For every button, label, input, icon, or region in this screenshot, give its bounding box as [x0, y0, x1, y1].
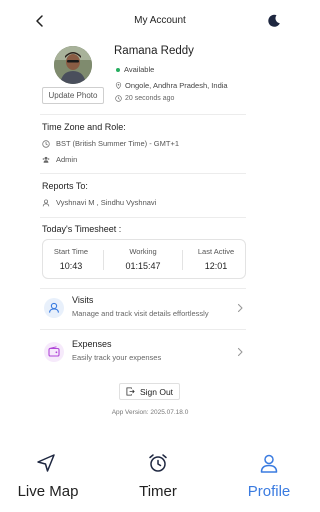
app-version: App Version: 2025.07.18.0	[111, 409, 189, 416]
clock-icon	[42, 139, 50, 148]
header: My Account	[0, 0, 320, 42]
clock-icon	[115, 95, 122, 102]
divider	[40, 173, 246, 174]
my-account-screen: My Account Update Photo Ramana Reddy Ava…	[0, 0, 320, 512]
status-text: Available	[124, 65, 155, 74]
timesheet-value: 12:01	[204, 261, 228, 271]
timesheet-label: Working	[129, 247, 157, 256]
divider	[40, 288, 246, 289]
timesheet-start: Start Time 10:43	[49, 247, 93, 271]
alarm-clock-icon	[149, 454, 167, 472]
menu-item-subtitle: Manage and track visit details effortles…	[72, 309, 209, 318]
divider	[40, 114, 246, 115]
wallet-icon	[48, 346, 60, 357]
timezone-section-title: Time Zone and Role:	[42, 122, 126, 132]
divider	[182, 250, 183, 270]
visits-menu-item[interactable]: Visits Manage and track visit details ef…	[42, 292, 248, 324]
timezone-row: BST (British Summer Time) - GMT+1	[42, 139, 179, 148]
moon-icon[interactable]	[267, 14, 281, 28]
sign-out-button[interactable]: Sign Out	[119, 383, 180, 400]
update-photo-button[interactable]: Update Photo	[42, 87, 104, 104]
reports-section-title: Reports To:	[42, 181, 88, 191]
avatar-photo	[54, 46, 92, 84]
reports-value: Vyshnavi M , Sindhu Vyshnavi	[56, 198, 157, 207]
status-badge: Available	[116, 65, 154, 74]
expenses-icon-wrap	[44, 342, 64, 362]
reports-row: Vyshnavi M , Sindhu Vyshnavi	[42, 198, 156, 207]
timesheet-card: Start Time 10:43 Working 01:15:47 Last A…	[42, 239, 246, 279]
timesheet-value: 10:43	[59, 261, 83, 271]
timesheet-last-active: Last Active 12:01	[191, 247, 241, 271]
menu-item-title: Expenses	[72, 339, 112, 349]
timesheet-label: Start Time	[53, 247, 89, 256]
menu-item-subtitle: Easily track your expenses	[72, 353, 162, 362]
nav-item-live-map[interactable]: Live Map	[0, 448, 98, 512]
nav-item-timer[interactable]: Timer	[108, 448, 208, 512]
timesheet-working: Working 01:15:47	[115, 247, 171, 271]
nav-label: Live Map	[17, 483, 79, 500]
divider	[40, 217, 246, 218]
last-seen: 20 seconds ago	[115, 95, 174, 102]
user-icon	[49, 302, 59, 313]
location: Ongole, Andhra Pradesh, India	[115, 81, 228, 90]
divider	[103, 250, 104, 270]
users-icon	[42, 156, 50, 163]
location-text: Ongole, Andhra Pradesh, India	[125, 81, 228, 90]
navigation-icon	[37, 454, 55, 472]
sign-out-label: Sign Out	[139, 386, 174, 397]
menu-item-title: Visits	[72, 295, 94, 305]
avatar	[54, 46, 92, 84]
role-value: Admin	[56, 155, 78, 164]
chevron-right-icon	[237, 347, 243, 357]
expenses-menu-item[interactable]: Expenses Easily track your expenses	[42, 336, 248, 368]
user-name: Ramana Reddy	[114, 45, 194, 57]
nav-label: Profile	[247, 483, 291, 500]
timesheet-value: 01:15:47	[125, 261, 161, 271]
nav-label: Timer	[139, 483, 177, 500]
divider	[40, 329, 246, 330]
status-dot	[116, 67, 120, 72]
logout-icon	[126, 387, 135, 396]
bottom-nav: Live Map Timer Profile	[0, 448, 320, 512]
role-row: Admin	[42, 155, 77, 164]
user-icon	[260, 454, 278, 473]
user-icon	[42, 198, 50, 206]
map-pin-icon	[115, 82, 122, 89]
timesheet-label: Last Active	[197, 247, 235, 256]
nav-item-profile[interactable]: Profile	[219, 448, 319, 512]
timesheet-section-title: Today's Timesheet :	[42, 224, 122, 234]
last-seen-text: 20 seconds ago	[125, 95, 175, 102]
timezone-value: BST (British Summer Time) - GMT+1	[56, 139, 180, 148]
visits-icon-wrap	[44, 298, 64, 318]
chevron-right-icon	[237, 303, 243, 313]
